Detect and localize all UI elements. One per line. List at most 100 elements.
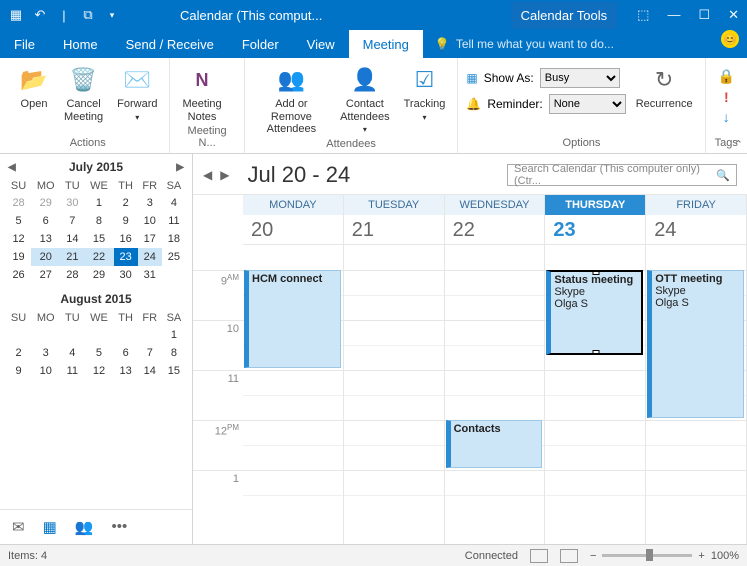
minimize-icon[interactable]: — <box>667 7 680 23</box>
tab-send-receive[interactable]: Send / Receive <box>112 30 228 58</box>
day-wed[interactable]: WEDNESDAY <box>445 195 546 215</box>
prev-month-icon[interactable]: ◀ <box>8 162 16 173</box>
open-button[interactable]: 📂Open <box>14 62 54 113</box>
maximize-icon[interactable]: ☐ <box>698 7 710 23</box>
title-bar: ▦ ↶ | ⧉ ▾ Calendar (This comput... Calen… <box>0 0 747 30</box>
customize-qat-icon[interactable]: ⧉ <box>80 7 96 23</box>
forward-button[interactable]: ✉️Forward▾ <box>113 62 161 124</box>
resize-handle-top[interactable] <box>593 270 600 275</box>
group-label-options: Options <box>466 137 696 151</box>
connection-status: Connected <box>465 550 518 562</box>
group-label-attendees: Attendees <box>253 138 450 152</box>
mini-calendar-july: ◀ July 2015 ▶ SUMOTUWETHFRSA 2829301234567… <box>0 154 192 286</box>
group-label-actions: Actions <box>14 137 161 151</box>
feedback-smiley-icon[interactable]: 😊 <box>721 30 739 48</box>
zoom-control[interactable]: − + 100% <box>590 550 739 562</box>
close-icon[interactable]: ✕ <box>728 7 739 23</box>
forward-icon: ✉️ <box>121 64 153 96</box>
mail-icon[interactable]: ✉ <box>12 518 25 536</box>
tab-home[interactable]: Home <box>49 30 112 58</box>
group-label-notes: Meeting N... <box>178 125 235 151</box>
search-input[interactable]: Search Calendar (This computer only) (Ct… <box>507 164 737 186</box>
high-importance-icon[interactable]: ! <box>724 89 729 105</box>
window-controls: ⬚ — ☐ ✕ <box>637 7 739 23</box>
appointment-status-meeting[interactable]: Status meetingSkypeOlga S <box>546 270 643 355</box>
window-title: Calendar (This comput... <box>180 8 511 23</box>
reading-view-icon[interactable] <box>560 549 578 563</box>
search-placeholder: Search Calendar (This computer only) (Ct… <box>514 163 716 187</box>
zoom-slider[interactable] <box>602 554 692 557</box>
qat-dropdown-icon[interactable]: ▾ <box>104 7 120 23</box>
group-actions: 📂Open 🗑️Cancel Meeting ✉️Forward▾ Action… <box>6 58 170 153</box>
month-label: August 2015 <box>60 292 131 306</box>
resize-handle-bottom[interactable] <box>593 350 600 355</box>
day-tue[interactable]: TUESDAY <box>344 195 445 215</box>
show-as-select[interactable]: Busy <box>540 68 620 88</box>
contact-attendees-button[interactable]: 👤Contact Attendees▾ <box>336 62 394 136</box>
tab-file[interactable]: File <box>0 30 49 58</box>
day-thu[interactable]: THURSDAY <box>545 195 646 215</box>
next-month-icon[interactable]: ▶ <box>176 162 184 173</box>
normal-view-icon[interactable] <box>530 549 548 563</box>
zoom-in-icon[interactable]: + <box>698 550 704 562</box>
tell-me-placeholder: Tell me what you want to do... <box>456 37 614 51</box>
search-icon[interactable]: 🔍 <box>716 169 730 182</box>
prev-week-icon[interactable]: ◀ <box>203 168 212 182</box>
recurrence-icon: ↻ <box>648 64 680 96</box>
appointment-contacts[interactable]: Contacts <box>446 420 543 468</box>
recurrence-button[interactable]: ↻Recurrence <box>632 62 697 113</box>
appointment-ott[interactable]: OTT meetingSkypeOlga S <box>647 270 744 418</box>
zoom-out-icon[interactable]: − <box>590 550 596 562</box>
context-tab-label: Calendar Tools <box>511 2 617 29</box>
app-icon[interactable]: ▦ <box>8 7 24 23</box>
nav-bar: ✉ ▦ 👥 ••• <box>0 509 192 544</box>
status-bar: Items: 4 Connected − + 100% <box>0 544 747 566</box>
next-week-icon[interactable]: ▶ <box>220 168 229 182</box>
attendees-icon: 👥 <box>275 64 307 96</box>
ribbon: 📂Open 🗑️Cancel Meeting ✉️Forward▾ Action… <box>0 58 747 154</box>
sidebar: ◀ July 2015 ▶ SUMOTUWETHFRSA 2829301234567… <box>0 154 193 544</box>
tab-folder[interactable]: Folder <box>228 30 293 58</box>
mini-calendar-grid[interactable]: SUMOTUWETHFRSA 123456789101112131415 <box>6 310 186 380</box>
mini-calendar-august: August 2015 SUMOTUWETHFRSA 1234567891011… <box>0 286 192 382</box>
day-fri[interactable]: FRIDAY <box>646 195 747 215</box>
collapse-ribbon-icon[interactable]: ⌃ <box>734 138 743 151</box>
cancel-meeting-button[interactable]: 🗑️Cancel Meeting <box>60 62 107 125</box>
qat-separator: | <box>56 7 72 23</box>
item-count: Items: 4 <box>8 550 47 562</box>
tracking-button[interactable]: ☑︎Tracking▾ <box>400 62 450 124</box>
reminder-label: Reminder: <box>487 97 542 111</box>
appointment-hcm[interactable]: HCM connect <box>244 270 341 368</box>
day-headers: MONDAY20 TUESDAY21 WEDNESDAY22 THURSDAY2… <box>193 194 747 270</box>
month-label: July 2015 <box>69 160 123 174</box>
ribbon-tabs: File Home Send / Receive Folder View Mee… <box>0 30 747 58</box>
bell-icon: 🔔 <box>466 97 481 111</box>
show-as-row: ▦ Show As: Busy <box>466 68 625 88</box>
open-icon: 📂 <box>18 64 50 96</box>
reminder-select[interactable]: None <box>549 94 626 114</box>
tab-view[interactable]: View <box>293 30 349 58</box>
undo-icon[interactable]: ↶ <box>32 7 48 23</box>
meeting-notes-button[interactable]: NMeeting Notes <box>178 62 225 125</box>
tracking-icon: ☑︎ <box>409 64 441 96</box>
quick-access-toolbar: ▦ ↶ | ⧉ ▾ <box>8 7 120 23</box>
ribbon-options-icon[interactable]: ⬚ <box>637 7 649 23</box>
tab-meeting[interactable]: Meeting <box>349 30 423 58</box>
people-icon[interactable]: 👥 <box>75 518 94 536</box>
day-mon[interactable]: MONDAY <box>243 195 344 215</box>
tell-me-box[interactable]: 💡 Tell me what you want to do... <box>423 30 721 58</box>
contact-icon: 👤 <box>349 64 381 96</box>
group-attendees: 👥Add or Remove Attendees 👤Contact Attend… <box>245 58 459 153</box>
group-meeting-notes: NMeeting Notes Meeting N... <box>170 58 244 153</box>
low-importance-icon[interactable]: ↓ <box>723 109 730 125</box>
group-options: ▦ Show As: Busy 🔔 Reminder: None ↻Recurr… <box>458 58 705 153</box>
calendar-icon[interactable]: ▦ <box>43 518 57 536</box>
zoom-level: 100% <box>711 550 739 562</box>
mini-calendar-grid[interactable]: SUMOTUWETHFRSA 2829301234567891011121314… <box>6 178 186 284</box>
lightbulb-icon: 💡 <box>435 37 450 51</box>
add-remove-attendees-button[interactable]: 👥Add or Remove Attendees <box>253 62 330 138</box>
more-icon[interactable]: ••• <box>111 518 127 536</box>
private-icon[interactable]: 🔒 <box>718 68 735 85</box>
onenote-icon: N <box>186 64 218 96</box>
cancel-icon: 🗑️ <box>68 64 100 96</box>
